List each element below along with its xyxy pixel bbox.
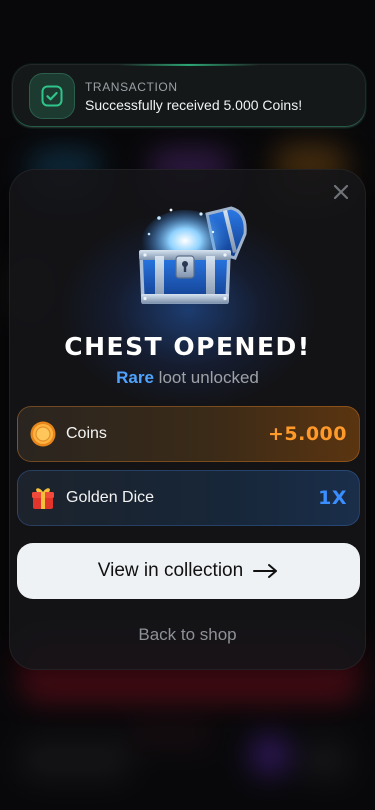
reward-name: Coins <box>66 425 107 442</box>
reward-value: 1X <box>318 487 347 509</box>
treasure-chest-icon <box>139 206 247 304</box>
subtitle-text: loot unlocked <box>153 368 259 387</box>
reward-name: Golden Dice <box>66 489 155 506</box>
rarity-label: Rare <box>116 368 154 387</box>
toast-message: Successfully received 5.000 Coins! <box>85 96 303 113</box>
view-in-collection-label: View in collection <box>97 560 244 581</box>
toast-label: TRANSACTION <box>85 79 178 94</box>
arrow-right-icon <box>253 564 278 578</box>
modal-subtitle: Rare loot unlocked <box>10 368 365 388</box>
reward-row-golden-dice: Golden Dice 1X <box>17 470 360 526</box>
checkmark-icon <box>41 85 63 107</box>
coin-icon <box>30 421 56 447</box>
back-to-shop-link[interactable]: Back to shop <box>10 625 365 645</box>
chest-opened-modal: CHEST OPENED! Rare loot unlocked Coins +… <box>9 169 366 670</box>
close-button[interactable] <box>329 180 353 204</box>
transaction-toast: TRANSACTION Successfully received 5.000 … <box>12 64 366 128</box>
close-icon <box>333 184 349 200</box>
toast-status-badge <box>29 73 75 119</box>
view-in-collection-button[interactable]: View in collection <box>17 543 360 599</box>
gift-icon <box>30 485 56 511</box>
reward-value: +5.000 <box>267 423 347 445</box>
reward-row-coins: Coins +5.000 <box>17 406 360 462</box>
modal-title: CHEST OPENED! <box>64 332 311 361</box>
